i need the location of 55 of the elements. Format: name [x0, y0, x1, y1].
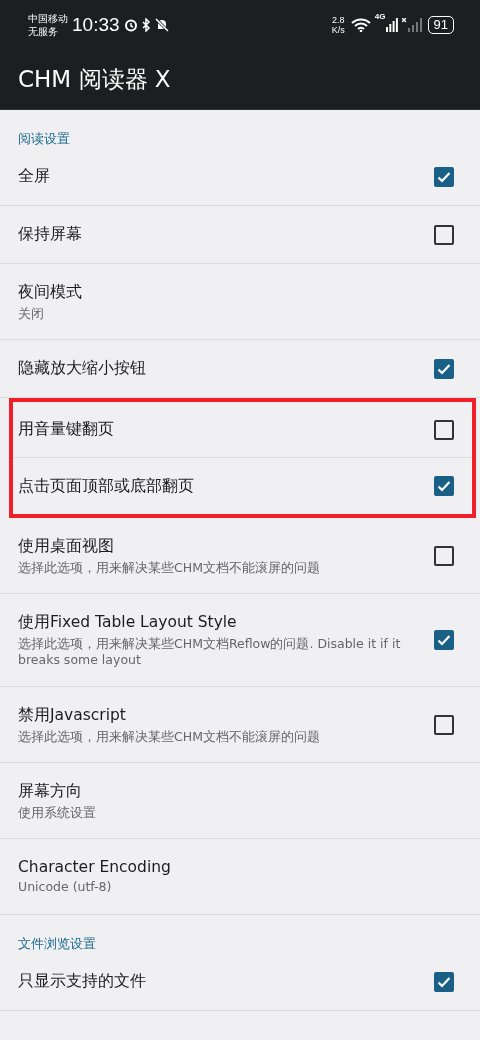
setting-title: Character Encoding: [18, 858, 172, 876]
setting-title: 用音量键翻页: [18, 419, 115, 440]
battery-level: 91: [427, 16, 454, 34]
setting-row[interactable]: 屏幕方向 使用系统设置: [0, 763, 480, 839]
setting-title: 只显示支持的文件: [18, 971, 147, 992]
setting-row[interactable]: 用音量键翻页: [13, 402, 472, 458]
speed-value: 2.8: [332, 15, 345, 25]
signal-icon: [385, 18, 398, 32]
checkbox[interactable]: [434, 476, 454, 496]
bluetooth-icon: [141, 18, 151, 32]
setting-title: 夜间模式: [18, 281, 83, 303]
setting-row[interactable]: 全屏: [0, 148, 480, 206]
section-header: 阅读设置: [17, 130, 71, 148]
checkbox[interactable]: [434, 714, 454, 735]
muted-bell-icon: [154, 18, 169, 32]
setting-title: 隐藏放大缩小按钮: [18, 358, 147, 379]
alarm-icon: [123, 18, 138, 32]
service-status: 无服务: [28, 25, 59, 38]
checkbox[interactable]: [434, 224, 454, 245]
setting-row[interactable]: 点击页面顶部或底部翻页: [13, 458, 472, 514]
setting-title: 全屏: [18, 166, 51, 187]
setting-row[interactable]: 只显示支持的文件: [0, 953, 480, 1011]
checkbox[interactable]: [434, 166, 454, 187]
clock: 10:33: [72, 14, 120, 36]
speed-unit: K/s: [331, 25, 345, 35]
carrier-name: 中国移动: [28, 12, 68, 25]
setting-summary: 使用系统设置: [18, 804, 97, 821]
app-title: CHM 阅读器 X: [18, 65, 171, 94]
setting-title: 保持屏幕: [18, 224, 83, 245]
setting-summary: 选择此选项，用来解决某些CHM文档不能滚屏的问题: [18, 728, 321, 745]
setting-title: 使用Fixed Table Layout Style: [18, 612, 238, 633]
setting-row[interactable]: 禁用Javascript 选择此选项，用来解决某些CHM文档不能滚屏的问题: [0, 687, 480, 763]
setting-summary: 关闭: [18, 305, 45, 322]
setting-row[interactable]: Character Encoding Unicode (utf-8): [0, 839, 480, 915]
checkbox[interactable]: [434, 545, 454, 566]
setting-summary: 选择此选项，用来解决某些CHM文档Reflow的问题. Disable it if it breaks some layout: [18, 636, 402, 668]
setting-summary: Unicode (utf-8): [18, 879, 113, 895]
wifi-icon: [350, 18, 371, 32]
checkbox[interactable]: [434, 630, 454, 650]
setting-row[interactable]: 使用Fixed Table Layout Style 选择此选项，用来解决某些CHM文档Reflow的问题. Disable it if it breaks some layout: [0, 594, 480, 687]
setting-row[interactable]: 夜间模式 关闭: [0, 264, 480, 340]
setting-title: 禁用Javascript: [18, 704, 127, 726]
checkbox[interactable]: [434, 419, 454, 440]
setting-row[interactable]: 保持屏幕: [0, 206, 480, 264]
section-header: 文件浏览设置: [17, 935, 97, 953]
setting-title: 使用桌面视图: [18, 535, 115, 557]
setting-title: 点击页面顶部或底部翻页: [18, 475, 195, 497]
setting-row[interactable]: 隐藏放大缩小按钮: [0, 340, 480, 398]
checkbox[interactable]: [434, 358, 454, 379]
setting-row[interactable]: 使用桌面视图 选择此选项，用来解决某些CHM文档不能滚屏的问题: [0, 518, 480, 594]
setting-title: 屏幕方向: [18, 780, 83, 802]
network-type: 4G: [374, 12, 386, 21]
setting-summary: 选择此选项，用来解决某些CHM文档不能滚屏的问题: [18, 559, 321, 576]
no-signal-icon: [401, 18, 424, 32]
checkbox[interactable]: [434, 971, 454, 992]
